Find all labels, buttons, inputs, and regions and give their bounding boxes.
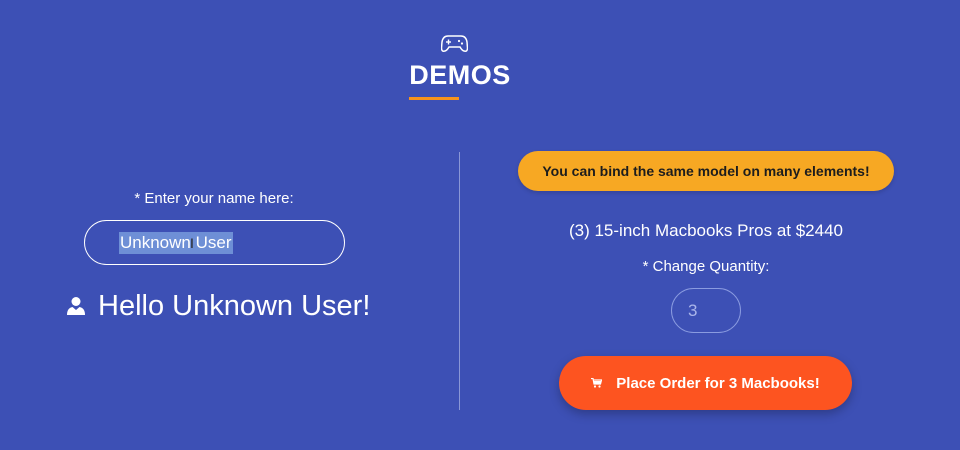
name-field-label: * Enter your name here:	[134, 190, 294, 207]
gamepad-icon	[441, 35, 468, 52]
order-summary: (3) 15-inch Macbooks Pros at $2440	[568, 221, 844, 240]
quantity-input[interactable]: 3	[671, 288, 741, 333]
place-order-button[interactable]: Place Order for 3 Macbooks!	[559, 356, 852, 410]
cart-icon	[591, 378, 603, 388]
greeting: Hello Unknown User!	[66, 286, 370, 326]
info-badge: You can bind the same model on many elem…	[518, 151, 894, 191]
name-input-value[interactable]: Unknown User	[119, 231, 233, 254]
column-divider	[459, 152, 460, 410]
title-underline	[409, 97, 459, 100]
text-cursor-icon: I	[190, 235, 194, 251]
page-title: DEMOS	[409, 60, 511, 90]
place-order-label[interactable]: Place Order for 3 Macbooks!	[616, 375, 819, 392]
quantity-label: * Change Quantity:	[642, 258, 770, 275]
quantity-value[interactable]: 3	[688, 301, 697, 321]
greeting-text: Hello Unknown User!	[98, 289, 371, 322]
name-input[interactable]: Unknown User	[84, 220, 345, 265]
header: DEMOS	[0, 0, 960, 110]
user-icon	[67, 297, 85, 315]
